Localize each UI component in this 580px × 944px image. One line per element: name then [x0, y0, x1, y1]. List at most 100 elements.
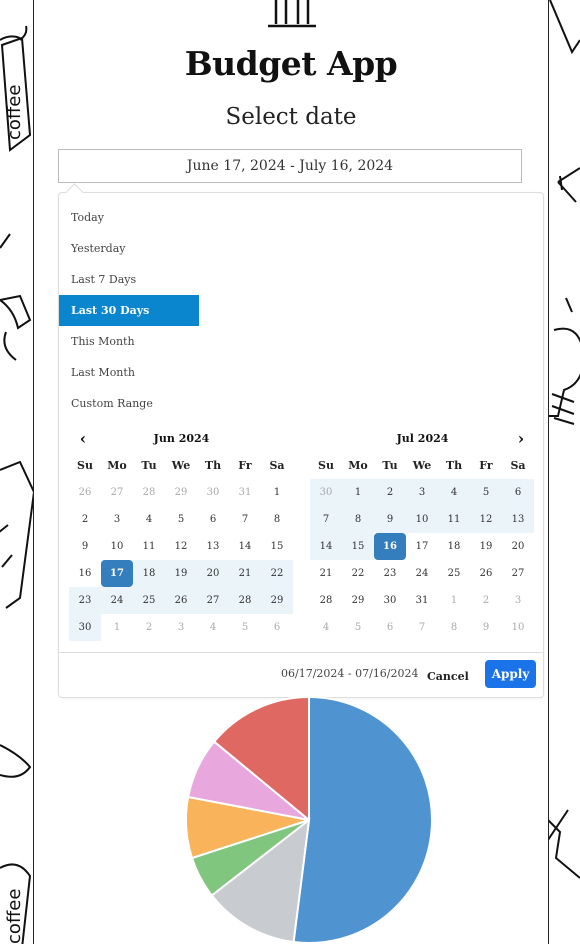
- calendar-day[interactable]: 30: [310, 479, 342, 506]
- calendar-day[interactable]: 10: [502, 614, 534, 641]
- calendar-day[interactable]: 17: [101, 560, 133, 587]
- calendar-day[interactable]: 4: [133, 506, 165, 533]
- range-item-custom-range[interactable]: Custom Range: [59, 388, 199, 419]
- cancel-button[interactable]: Cancel: [421, 663, 473, 690]
- calendar-day[interactable]: 8: [438, 614, 470, 641]
- calendar-day[interactable]: 5: [229, 614, 261, 641]
- calendar-day[interactable]: 19: [470, 533, 502, 560]
- calendar-day[interactable]: 8: [342, 506, 374, 533]
- calendar-day[interactable]: 3: [165, 614, 197, 641]
- calendar-day[interactable]: 25: [133, 587, 165, 614]
- calendar-day[interactable]: 1: [342, 479, 374, 506]
- calendar-day[interactable]: 30: [374, 587, 406, 614]
- calendar-day[interactable]: 10: [101, 533, 133, 560]
- calendar-day[interactable]: 15: [261, 533, 293, 560]
- calendar-day[interactable]: 14: [310, 533, 342, 560]
- calendar-day[interactable]: 9: [69, 533, 101, 560]
- calendar-day[interactable]: 1: [101, 614, 133, 641]
- calendar-day[interactable]: 31: [229, 479, 261, 506]
- calendar-day[interactable]: 12: [470, 506, 502, 533]
- calendar-day[interactable]: 27: [197, 587, 229, 614]
- calendar-day[interactable]: 10: [406, 506, 438, 533]
- calendar-day[interactable]: 6: [374, 614, 406, 641]
- page-subtitle: Select date: [225, 104, 357, 130]
- calendar-day[interactable]: 28: [310, 587, 342, 614]
- calendar-day[interactable]: 24: [101, 587, 133, 614]
- calendar-day[interactable]: 26: [69, 479, 101, 506]
- calendar-day[interactable]: 17: [406, 533, 438, 560]
- range-item-last-30-days[interactable]: Last 30 Days: [59, 295, 199, 326]
- calendar-day[interactable]: 26: [470, 560, 502, 587]
- calendar-day[interactable]: 13: [502, 506, 534, 533]
- calendar-day[interactable]: 5: [165, 506, 197, 533]
- calendar-day[interactable]: 19: [165, 560, 197, 587]
- calendar-day[interactable]: 21: [229, 560, 261, 587]
- calendar-day[interactable]: 2: [133, 614, 165, 641]
- range-item-this-month[interactable]: This Month: [59, 326, 199, 357]
- calendar-day[interactable]: 4: [438, 479, 470, 506]
- range-item-last-7-days[interactable]: Last 7 Days: [59, 264, 199, 295]
- range-item-yesterday[interactable]: Yesterday: [59, 233, 199, 264]
- calendar-day[interactable]: 1: [438, 587, 470, 614]
- calendar-day[interactable]: 5: [470, 479, 502, 506]
- calendar-day[interactable]: 14: [229, 533, 261, 560]
- calendar-day[interactable]: 2: [69, 506, 101, 533]
- calendar-day[interactable]: 22: [342, 560, 374, 587]
- date-range-input[interactable]: June 17, 2024 - July 16, 2024: [58, 149, 522, 183]
- calendar-day[interactable]: 28: [133, 479, 165, 506]
- calendar-day[interactable]: 24: [406, 560, 438, 587]
- calendar-day[interactable]: 28: [229, 587, 261, 614]
- calendar-day[interactable]: 8: [261, 506, 293, 533]
- weekday-label: Tu: [382, 459, 398, 472]
- calendar-day[interactable]: 29: [342, 587, 374, 614]
- calendar-day[interactable]: 16: [69, 560, 101, 587]
- next-month-icon[interactable]: ›: [511, 426, 531, 452]
- calendar-day[interactable]: 18: [438, 533, 470, 560]
- calendar-day[interactable]: 9: [470, 614, 502, 641]
- calendar-day[interactable]: 30: [69, 614, 101, 641]
- calendar-day[interactable]: 9: [374, 506, 406, 533]
- calendar-day[interactable]: 26: [165, 587, 197, 614]
- calendar-day[interactable]: 20: [502, 533, 534, 560]
- apply-button[interactable]: Apply: [485, 660, 536, 688]
- calendar-day[interactable]: 11: [133, 533, 165, 560]
- range-item-last-month[interactable]: Last Month: [59, 357, 199, 388]
- calendar-day[interactable]: 6: [502, 479, 534, 506]
- pencil-icon: [549, 0, 580, 55]
- calendar-day[interactable]: 27: [502, 560, 534, 587]
- calendar-day[interactable]: 23: [374, 560, 406, 587]
- calendar-day[interactable]: 7: [229, 506, 261, 533]
- calendar-day[interactable]: 11: [438, 506, 470, 533]
- weekday-label: Fr: [479, 459, 493, 472]
- calendar-day[interactable]: 3: [406, 479, 438, 506]
- calendar-day[interactable]: 7: [406, 614, 438, 641]
- calendar-day[interactable]: 29: [165, 479, 197, 506]
- calendar-day[interactable]: 7: [310, 506, 342, 533]
- calendar-day[interactable]: 27: [101, 479, 133, 506]
- calendar-day[interactable]: 4: [197, 614, 229, 641]
- calendar-day[interactable]: 2: [470, 587, 502, 614]
- calendar-day[interactable]: 4: [310, 614, 342, 641]
- calendar-day[interactable]: 18: [133, 560, 165, 587]
- calendar-day[interactable]: 6: [261, 614, 293, 641]
- calendar-day[interactable]: 3: [502, 587, 534, 614]
- calendar-day[interactable]: 13: [197, 533, 229, 560]
- calendar-day[interactable]: 3: [101, 506, 133, 533]
- calendar-day[interactable]: 22: [261, 560, 293, 587]
- calendar-day[interactable]: 5: [342, 614, 374, 641]
- calendar-day[interactable]: 6: [197, 506, 229, 533]
- calendar-day[interactable]: 25: [438, 560, 470, 587]
- calendar-day[interactable]: 12: [165, 533, 197, 560]
- range-item-today[interactable]: Today: [59, 202, 199, 233]
- calendar-day[interactable]: 1: [261, 479, 293, 506]
- calendar-day[interactable]: 29: [261, 587, 293, 614]
- calendar-day[interactable]: 16: [374, 533, 406, 560]
- calendar-day[interactable]: 2: [374, 479, 406, 506]
- calendar-day[interactable]: 15: [342, 533, 374, 560]
- calendar-day[interactable]: 31: [406, 587, 438, 614]
- calendar-day[interactable]: 30: [197, 479, 229, 506]
- calendar-day[interactable]: 20: [197, 560, 229, 587]
- calendar-day[interactable]: 21: [310, 560, 342, 587]
- prev-month-icon[interactable]: ‹: [73, 426, 93, 452]
- calendar-day[interactable]: 23: [69, 587, 101, 614]
